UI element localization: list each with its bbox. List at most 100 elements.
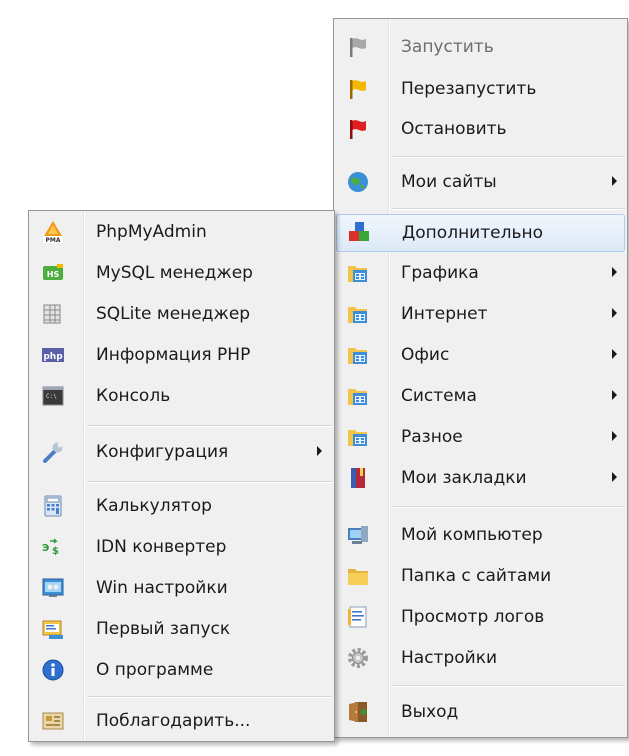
submenu-item-label: Конфигурация [96, 442, 229, 462]
submenu-item-mysql-manager[interactable]: HS MySQL менеджер [29, 253, 334, 293]
submenu-item-label: Консоль [96, 386, 171, 406]
menu-item-label: Мои закладки [401, 468, 527, 488]
extras-submenu: PMA PhpMyAdmin HS MySQL менеджер SQLite … [28, 210, 335, 742]
menu-item-office[interactable]: Офис [334, 335, 627, 375]
submenu-item-win-settings[interactable]: Win настройки [29, 568, 334, 608]
phpmyadmin-icon: PMA [41, 220, 65, 244]
red-flag-icon [346, 117, 370, 141]
folder-app-icon [346, 425, 370, 449]
globe-icon [346, 170, 370, 194]
submenu-arrow-icon [317, 446, 322, 456]
submenu-item-idn-converter[interactable]: Э $ IDN конвертер [29, 527, 334, 567]
submenu-arrow-icon [612, 349, 617, 359]
submenu-item-label: О программе [96, 660, 214, 680]
menu-item-label: Запустить [401, 37, 494, 57]
menu-separator [392, 506, 625, 508]
svg-text:PMA: PMA [45, 237, 60, 244]
menu-item-label: Офис [401, 345, 450, 365]
win-settings-icon [41, 576, 65, 600]
menu-item-settings[interactable]: Настройки [334, 638, 627, 678]
idn-converter-icon: Э $ [41, 535, 65, 559]
menu-item-label: Мой компьютер [401, 525, 543, 545]
submenu-item-sqlite-manager[interactable]: SQLite менеджер [29, 294, 334, 334]
wrench-icon [41, 440, 65, 464]
first-run-icon [41, 617, 65, 641]
menu-item-label: Система [401, 386, 477, 406]
svg-text:Э: Э [42, 543, 49, 554]
submenu-arrow-icon [612, 176, 617, 186]
svg-text:$: $ [52, 546, 59, 557]
submenu-item-label: Информация PHP [96, 345, 251, 365]
submenu-item-label: Win настройки [96, 578, 228, 598]
submenu-item-first-run[interactable]: Первый запуск [29, 609, 334, 649]
submenu-arrow-icon [612, 431, 617, 441]
menu-item-start[interactable]: Запустить [334, 27, 627, 67]
folder-app-icon [346, 343, 370, 367]
menu-item-label: Интернет [401, 304, 488, 324]
menu-item-system[interactable]: Система [334, 376, 627, 416]
menu-item-misc[interactable]: Разное [334, 417, 627, 457]
submenu-arrow-icon [612, 267, 617, 277]
folder-app-icon [346, 261, 370, 285]
menu-separator [87, 696, 332, 698]
menu-item-sites-folder[interactable]: Папка с сайтами [334, 556, 627, 596]
menu-item-view-logs[interactable]: Просмотр логов [334, 597, 627, 637]
submenu-item-label: Калькулятор [96, 496, 212, 516]
submenu-item-calculator[interactable]: Калькулятор [29, 486, 334, 526]
info-icon [41, 658, 65, 682]
php-icon: php [41, 343, 65, 367]
submenu-item-console[interactable]: C:\ Консоль [29, 376, 334, 416]
submenu-arrow-icon [612, 390, 617, 400]
gear-icon [346, 646, 370, 670]
submenu-item-label: Первый запуск [96, 619, 231, 639]
submenu-item-label: IDN конвертер [96, 537, 227, 557]
submenu-item-php-info[interactable]: php Информация PHP [29, 335, 334, 375]
folder-icon [346, 564, 370, 588]
exit-door-icon [346, 700, 370, 724]
submenu-item-donate[interactable]: Поблагодарить... [29, 701, 334, 741]
menu-item-label: Перезапустить [401, 79, 537, 99]
svg-text:C:\: C:\ [46, 393, 57, 400]
menu-item-label: Остановить [401, 119, 507, 139]
menu-item-stop[interactable]: Остановить [334, 109, 627, 149]
menu-item-label: Графика [401, 263, 479, 283]
sqlite-icon [41, 302, 65, 326]
menu-item-bookmarks[interactable]: Мои закладки [334, 458, 627, 498]
menu-item-label: Дополнительно [402, 223, 543, 243]
menu-separator [87, 481, 332, 483]
menu-item-label: Мои сайты [401, 172, 497, 192]
menu-item-label: Настройки [401, 648, 498, 668]
bookmarks-book-icon [346, 466, 370, 490]
menu-item-my-sites[interactable]: Мои сайты [334, 162, 627, 202]
console-icon: C:\ [41, 384, 65, 408]
menu-item-my-computer[interactable]: Мой компьютер [334, 515, 627, 555]
folder-app-icon [346, 384, 370, 408]
thanks-icon [41, 709, 65, 733]
menu-item-restart[interactable]: Перезапустить [334, 69, 627, 109]
calculator-icon [41, 494, 65, 518]
gray-flag-icon [346, 35, 370, 59]
submenu-item-about[interactable]: О программе [29, 650, 334, 690]
svg-text:HS: HS [47, 270, 60, 279]
extras-cubes-icon [347, 221, 371, 245]
menu-item-label: Папка с сайтами [401, 566, 552, 586]
yellow-flag-icon [346, 77, 370, 101]
submenu-item-label: Поблагодарить... [96, 711, 251, 731]
computer-icon [346, 523, 370, 547]
menu-item-label: Разное [401, 427, 463, 447]
main-context-menu: Запустить Перезапустить Остановить Мои с… [333, 18, 628, 738]
submenu-item-label: MySQL менеджер [96, 263, 253, 283]
menu-item-internet[interactable]: Интернет [334, 294, 627, 334]
menu-separator [392, 208, 625, 210]
submenu-item-label: SQLite менеджер [96, 304, 251, 324]
menu-item-extras[interactable]: Дополнительно [336, 214, 625, 252]
menu-item-exit[interactable]: Выход [334, 692, 627, 732]
submenu-item-configuration[interactable]: Конфигурация [29, 432, 334, 472]
log-document-icon [346, 605, 370, 629]
menu-item-graphics[interactable]: Графика [334, 253, 627, 293]
menu-separator [392, 685, 625, 687]
submenu-item-phpmyadmin[interactable]: PMA PhpMyAdmin [29, 212, 334, 252]
heidisql-icon: HS [41, 261, 65, 285]
submenu-arrow-icon [612, 308, 617, 318]
submenu-arrow-icon [612, 472, 617, 482]
